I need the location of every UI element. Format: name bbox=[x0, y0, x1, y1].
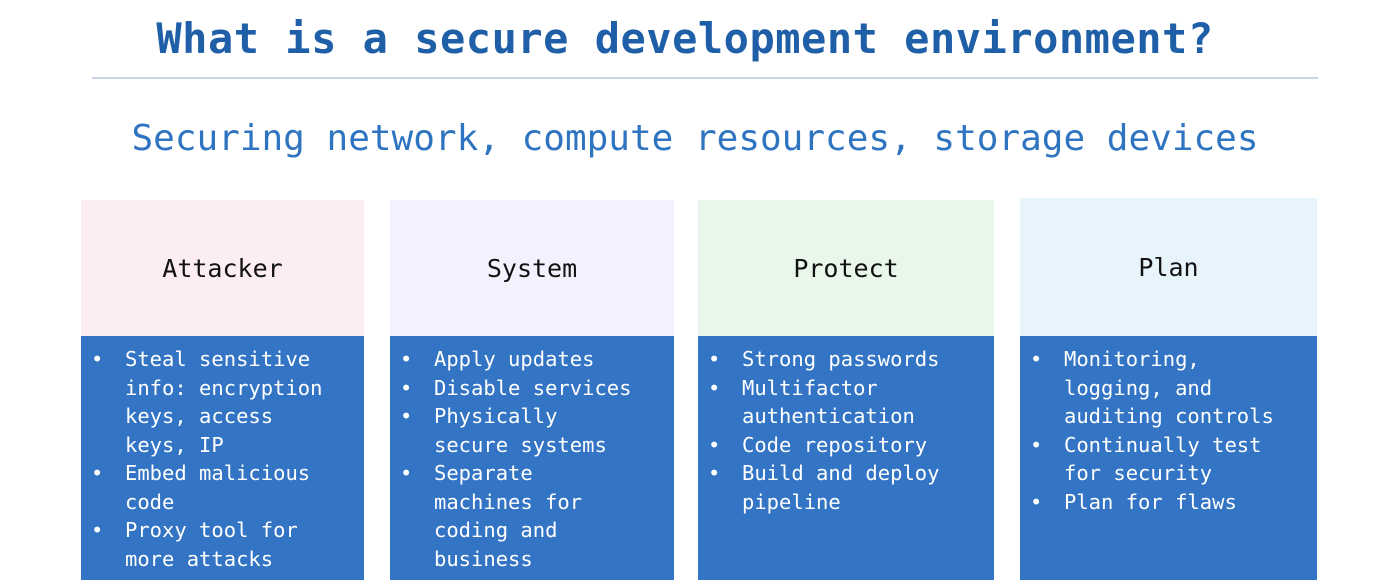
bullet-line: Monitoring, bbox=[1064, 347, 1200, 371]
bullet-line: Proxy tool for bbox=[125, 518, 298, 542]
bullet-line: auditing controls bbox=[1064, 404, 1274, 428]
bullet-line: business bbox=[434, 546, 533, 571]
bullet-item: • Monitoring, logging, and auditing control… bbox=[1028, 345, 1313, 431]
column-body: • Steal sensitive info: encryption keys, ac… bbox=[81, 336, 364, 580]
column-body: • Monitoring, logging, and auditing control… bbox=[1020, 336, 1317, 580]
bullet-item: • Continually test for security bbox=[1028, 431, 1313, 488]
column-header: System bbox=[390, 200, 674, 336]
bullet-list: • Apply updates • Disable services • Physical… bbox=[398, 345, 670, 573]
column-header: Attacker bbox=[81, 200, 364, 336]
bullet-item: • Code repository bbox=[706, 431, 990, 460]
column-plan: Plan • Monitoring, logging, and auditing co… bbox=[1020, 198, 1317, 580]
bullet-line: more attacks bbox=[125, 546, 274, 571]
bullet-dot-icon: • bbox=[91, 461, 104, 485]
bullet-line: pipeline bbox=[742, 489, 841, 514]
bullet-item: • Strong passwords bbox=[706, 345, 990, 374]
bullet-line: secure systems bbox=[434, 432, 607, 457]
bullet-line: code bbox=[125, 489, 175, 514]
bullet-line: Separate bbox=[434, 461, 533, 485]
column-protect: Protect • Strong passwords • Multifactor aut… bbox=[698, 200, 994, 580]
bullet-line: Code repository bbox=[742, 432, 928, 457]
bullet-item: • Build and deploy pipeline bbox=[706, 459, 990, 516]
bullet-dot-icon: • bbox=[708, 375, 721, 400]
bullet-dot-icon: • bbox=[1030, 347, 1043, 371]
bullet-item: • Disable services bbox=[398, 374, 670, 403]
bullet-line: coding and bbox=[434, 518, 558, 542]
bullet-dot-icon: • bbox=[708, 461, 721, 485]
title-divider bbox=[92, 77, 1318, 79]
bullet-list: • Steal sensitive info: encryption keys, ac… bbox=[89, 345, 360, 573]
column-system: System • Apply updates • Disable services • P… bbox=[390, 200, 674, 580]
bullet-line: Strong passwords bbox=[742, 347, 940, 371]
bullet-line: Multifactor bbox=[742, 375, 878, 400]
bullet-dot-icon: • bbox=[91, 347, 104, 371]
bullet-line: for security bbox=[1064, 461, 1213, 485]
bullet-line: info: encryption bbox=[125, 375, 323, 400]
bullet-item: • Steal sensitive info: encryption keys, ac… bbox=[89, 345, 360, 459]
bullet-line: Continually test bbox=[1064, 432, 1262, 457]
bullet-dot-icon: • bbox=[1030, 432, 1043, 457]
bullet-item: • Physically secure systems bbox=[398, 402, 670, 459]
bullet-line: Disable services bbox=[434, 375, 632, 400]
bullet-list: • Monitoring, logging, and auditing control… bbox=[1028, 345, 1313, 516]
bullet-line: authentication bbox=[742, 404, 915, 428]
bullet-dot-icon: • bbox=[708, 347, 721, 371]
column-body: • Strong passwords • Multifactor authenticat… bbox=[698, 336, 994, 580]
bullet-dot-icon: • bbox=[91, 518, 104, 542]
bullet-item: • Multifactor authentication bbox=[706, 374, 990, 431]
bullet-line: Plan for flaws bbox=[1064, 489, 1237, 514]
bullet-dot-icon: • bbox=[400, 404, 413, 428]
bullet-dot-icon: • bbox=[400, 375, 413, 400]
bullet-line: logging, and bbox=[1064, 375, 1213, 400]
bullet-line: Steal sensitive bbox=[125, 347, 311, 371]
bullet-dot-icon: • bbox=[400, 461, 413, 485]
column-body: • Apply updates • Disable services • Physical… bbox=[390, 336, 674, 580]
slide-subtitle: Securing network, compute resources, sto… bbox=[131, 118, 1259, 159]
slide-title: What is a secure development environment… bbox=[156, 14, 1214, 63]
bullet-line: keys, access bbox=[125, 404, 274, 428]
column-attacker: Attacker • Steal sensitive info: encryptio… bbox=[81, 200, 364, 580]
bullet-line: Apply updates bbox=[434, 347, 595, 371]
bullet-line: Physically bbox=[434, 404, 558, 428]
column-header: Plan bbox=[1020, 198, 1317, 336]
bullet-dot-icon: • bbox=[708, 432, 721, 457]
bullet-item: • Apply updates bbox=[398, 345, 670, 374]
bullet-list: • Strong passwords • Multifactor authenticat… bbox=[706, 345, 990, 516]
bullet-item: • Plan for flaws bbox=[1028, 488, 1313, 517]
column-header: Protect bbox=[698, 200, 994, 336]
bullet-item: • Embed malicious code bbox=[89, 459, 360, 516]
bullet-line: Build and deploy bbox=[742, 461, 940, 485]
bullet-item: • Separate machines for coding and business bbox=[398, 459, 670, 573]
bullet-line: Embed malicious bbox=[125, 461, 311, 485]
bullet-line: keys, IP bbox=[125, 432, 224, 457]
bullet-dot-icon: • bbox=[400, 347, 413, 371]
bullet-line: machines for bbox=[434, 489, 583, 514]
bullet-dot-icon: • bbox=[1030, 489, 1043, 514]
bullet-item: • Proxy tool for more attacks bbox=[89, 516, 360, 573]
